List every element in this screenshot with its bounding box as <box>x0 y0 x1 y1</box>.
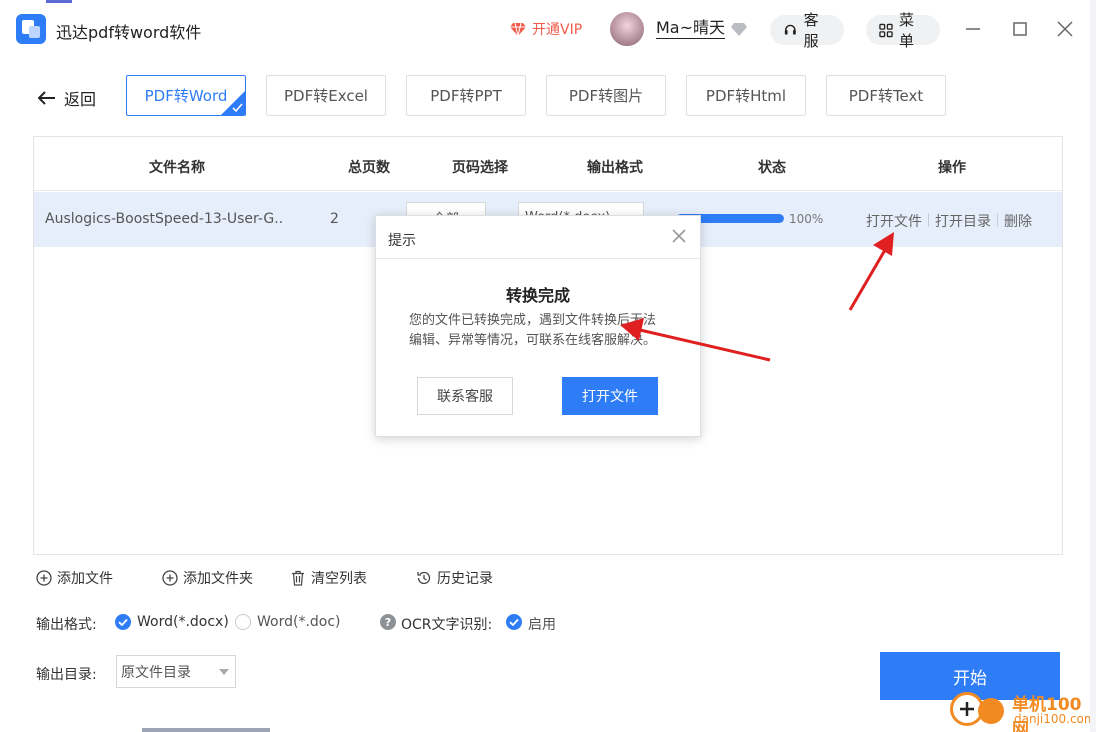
ocr-enable-checkbox[interactable] <box>506 614 522 630</box>
output-format-label: 输出格式: <box>36 617 97 633</box>
window-edge <box>1090 0 1096 732</box>
dialog-heading: 转换完成 <box>505 286 570 305</box>
open-file-link[interactable]: 打开文件 <box>866 211 922 231</box>
watermark-url: danji100.com <box>1014 712 1096 726</box>
maximize-icon[interactable] <box>1009 18 1031 40</box>
app-logo-icon <box>16 14 46 44</box>
tab-pdf-to-text[interactable]: PDF转Text <box>826 75 946 116</box>
output-dir-label: 输出目录: <box>36 667 97 683</box>
radio-doc[interactable] <box>235 614 251 630</box>
app-title: 迅达pdf转word软件 <box>56 23 202 42</box>
divider <box>997 213 998 227</box>
add-folder-button[interactable]: 添加文件夹 <box>162 568 253 588</box>
plus-circle-icon <box>162 570 178 586</box>
tab-pdf-to-word[interactable]: PDF转Word <box>126 75 246 116</box>
avatar[interactable] <box>610 12 644 46</box>
delete-link[interactable]: 删除 <box>1004 211 1032 231</box>
back-label: 返回 <box>64 90 97 109</box>
title-bar: 迅达pdf转word软件 开通VIP Ma~晴天 客服 菜单 <box>0 0 1096 58</box>
user-level-icon <box>731 23 747 36</box>
back-button[interactable]: 返回 <box>38 86 96 110</box>
tab-pdf-to-excel[interactable]: PDF转Excel <box>266 75 386 116</box>
clear-list-button[interactable]: 清空列表 <box>290 568 367 588</box>
radio-doc-label[interactable]: Word(*.doc) <box>257 614 341 630</box>
header-actions: 操作 <box>938 160 966 176</box>
arrow-left-icon <box>38 91 55 105</box>
tab-label: PDF转Html <box>705 87 787 105</box>
tab-label: PDF转PPT <box>430 87 502 105</box>
plus-circle-icon <box>36 570 52 586</box>
output-dir-value: 原文件目录 <box>121 664 191 681</box>
history-label: 历史记录 <box>437 571 493 587</box>
tab-pdf-to-ppt[interactable]: PDF转PPT <box>406 75 526 116</box>
tab-pdf-to-html[interactable]: PDF转Html <box>686 75 806 116</box>
add-folder-label: 添加文件夹 <box>183 571 253 587</box>
add-file-label: 添加文件 <box>57 571 113 587</box>
table-header: 文件名称 总页数 页码选择 输出格式 状态 操作 <box>34 137 1062 191</box>
contact-support-button[interactable]: 联系客服 <box>417 377 513 415</box>
file-name: Auslogics-BoostSpeed-13-User-G.. <box>45 211 284 227</box>
dialog-message: 您的文件已转换完成，遇到文件转换后无法编辑、异常等情况，可联系在线客服解决。 <box>409 313 657 348</box>
trash-icon <box>292 570 304 586</box>
header-output-format: 输出格式 <box>587 160 643 176</box>
vip-label: 开通VIP <box>532 22 583 38</box>
watermark-dot-icon <box>978 698 1004 724</box>
history-icon <box>417 571 431 585</box>
menu-button[interactable]: 菜单 <box>866 11 940 50</box>
header-page-select: 页码选择 <box>452 160 508 176</box>
tab-label: PDF转Word <box>144 87 228 105</box>
grid-icon <box>879 23 893 37</box>
history-button[interactable]: 历史记录 <box>416 568 493 588</box>
open-file-button[interactable]: 打开文件 <box>562 377 658 415</box>
radio-docx[interactable] <box>115 614 131 630</box>
header-file-name: 文件名称 <box>149 160 205 176</box>
add-file-button[interactable]: 添加文件 <box>36 568 113 588</box>
minimize-icon[interactable] <box>962 18 984 40</box>
menu-label: 菜单 <box>899 11 915 50</box>
progress-text: 100% <box>789 212 824 226</box>
close-icon[interactable] <box>672 229 686 243</box>
check-corner-icon <box>221 91 245 115</box>
ocr-label: OCR文字识别: <box>401 617 493 633</box>
chevron-down-icon <box>219 669 229 675</box>
tab-label: PDF转Text <box>848 87 924 105</box>
window-edge <box>46 0 72 3</box>
service-label: 客服 <box>803 11 819 50</box>
tab-label: PDF转图片 <box>568 87 644 105</box>
diamond-icon <box>510 22 526 36</box>
vip-button[interactable]: 开通VIP <box>510 19 582 39</box>
username[interactable]: Ma~晴天 <box>656 18 726 39</box>
headset-icon <box>784 24 796 35</box>
clear-list-label: 清空列表 <box>311 571 367 587</box>
header-pages: 总页数 <box>348 160 390 176</box>
dialog-header: 提示 <box>376 216 700 259</box>
tab-label: PDF转Excel <box>284 87 368 105</box>
service-button[interactable]: 客服 <box>770 11 844 50</box>
dialog-title: 提示 <box>388 233 416 249</box>
tab-pdf-to-image[interactable]: PDF转图片 <box>546 75 666 116</box>
ocr-enable-label[interactable]: 启用 <box>528 614 556 634</box>
divider <box>928 213 929 227</box>
watermark-logo: 单机100网 danji100.com <box>944 688 1096 732</box>
open-folder-link[interactable]: 打开目录 <box>935 211 991 231</box>
taskbar-thumbnail <box>142 728 270 732</box>
page-count: 2 <box>330 211 339 227</box>
radio-docx-label[interactable]: Word(*.docx) <box>137 614 229 630</box>
output-dir-select[interactable]: 原文件目录 <box>116 655 236 688</box>
header-status: 状态 <box>758 160 786 176</box>
help-icon[interactable]: ? <box>380 614 396 630</box>
completion-dialog: 提示 转换完成 您的文件已转换完成，遇到文件转换后无法编辑、异常等情况，可联系在… <box>375 215 701 437</box>
close-icon[interactable] <box>1054 18 1076 40</box>
